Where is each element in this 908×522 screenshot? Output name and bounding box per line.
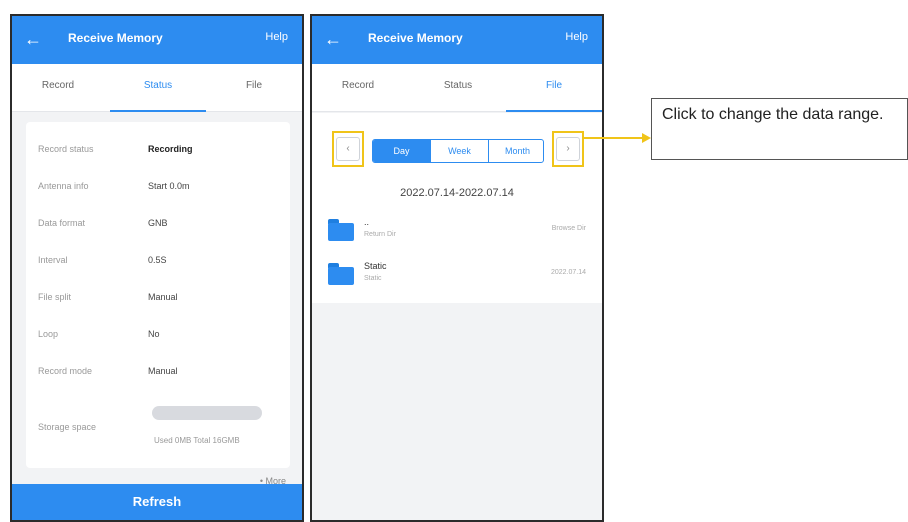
- storage-progress-bar: [152, 406, 262, 420]
- help-link[interactable]: Help: [265, 31, 288, 43]
- status-row: File split Manual: [38, 288, 278, 308]
- file-list-item[interactable]: .. Return Dir Browse Dir: [312, 211, 602, 253]
- help-link[interactable]: Help: [565, 31, 588, 43]
- status-key: Loop: [38, 329, 59, 339]
- folder-icon: [328, 263, 354, 285]
- app-title: Receive Memory: [68, 31, 163, 45]
- tab-record[interactable]: Record: [318, 80, 398, 91]
- status-key: File split: [38, 292, 72, 302]
- file-subtitle: Return Dir: [364, 231, 396, 238]
- app-bar: ← Receive Memory Help: [12, 16, 302, 64]
- status-value: Manual: [148, 366, 178, 376]
- status-row: Data format GNB: [38, 214, 278, 234]
- arrow-left-icon[interactable]: ←: [24, 28, 46, 50]
- range-selector: Day Week Month: [372, 139, 544, 163]
- status-key: Antenna info: [38, 181, 89, 191]
- file-panel: ‹ Day Week Month › 2022.07.14-2022.07.14…: [312, 113, 602, 303]
- app-title: Receive Memory: [368, 31, 463, 45]
- file-meta: Browse Dir: [551, 225, 586, 232]
- storage-row: Storage space: [38, 418, 278, 438]
- range-option-month[interactable]: Month: [489, 140, 543, 162]
- status-value: GNB: [148, 218, 168, 228]
- tab-file[interactable]: File: [214, 80, 294, 91]
- file-subtitle: Static: [364, 275, 382, 282]
- status-row: Loop No: [38, 325, 278, 345]
- storage-label: Storage space: [38, 422, 97, 432]
- status-value: Recording: [148, 144, 193, 154]
- tab-file[interactable]: File: [514, 80, 594, 91]
- status-key: Interval: [38, 255, 68, 265]
- date-range-label: 2022.07.14-2022.07.14: [400, 187, 514, 199]
- tab-active-indicator: [110, 110, 206, 112]
- status-row: Interval 0.5S: [38, 251, 278, 271]
- callout-box: Click to change the data range.: [651, 98, 908, 160]
- arrow-left-icon[interactable]: ←: [324, 28, 346, 50]
- status-key: Record mode: [38, 366, 93, 376]
- file-name: ..: [364, 217, 370, 227]
- status-value: No: [148, 329, 160, 339]
- status-row: Record mode Manual: [38, 362, 278, 382]
- status-key: Record status: [38, 144, 94, 154]
- chevron-right-icon[interactable]: ›: [556, 137, 580, 161]
- callout-connector: [582, 137, 646, 139]
- file-list-item[interactable]: Static Static 2022.07.14: [312, 255, 602, 297]
- status-row: Antenna info Start 0.0m: [38, 177, 278, 197]
- tab-record[interactable]: Record: [18, 80, 98, 91]
- file-meta: 2022.07.14: [550, 269, 586, 276]
- tab-status[interactable]: Status: [118, 80, 198, 91]
- tab-status[interactable]: Status: [418, 80, 498, 91]
- status-row: Record status Recording: [38, 140, 278, 160]
- range-option-week[interactable]: Week: [431, 140, 488, 162]
- app-bar: ← Receive Memory Help: [312, 16, 602, 64]
- phone-status-screen: ← Receive Memory Help Record Status File…: [10, 14, 304, 522]
- tab-bar: Record Status File: [312, 64, 602, 112]
- refresh-button[interactable]: Refresh: [12, 484, 302, 520]
- phone-file-screen: ← Receive Memory Help Record Status File…: [310, 14, 604, 522]
- status-card: Record status Recording Antenna info Sta…: [26, 122, 290, 468]
- range-option-day[interactable]: Day: [373, 140, 430, 162]
- callout-arrow-icon: [642, 133, 651, 143]
- status-key: Data format: [38, 218, 86, 228]
- folder-icon: [328, 219, 354, 241]
- status-value: Start 0.0m: [148, 181, 190, 191]
- status-value: Manual: [148, 292, 178, 302]
- tab-bar: Record Status File: [12, 64, 302, 112]
- chevron-left-icon[interactable]: ‹: [336, 137, 360, 161]
- file-name: Static: [364, 261, 387, 271]
- status-value: 0.5S: [148, 255, 167, 265]
- tab-active-indicator: [506, 110, 602, 112]
- storage-detail: Used 0MB Total 16GMB: [154, 436, 240, 445]
